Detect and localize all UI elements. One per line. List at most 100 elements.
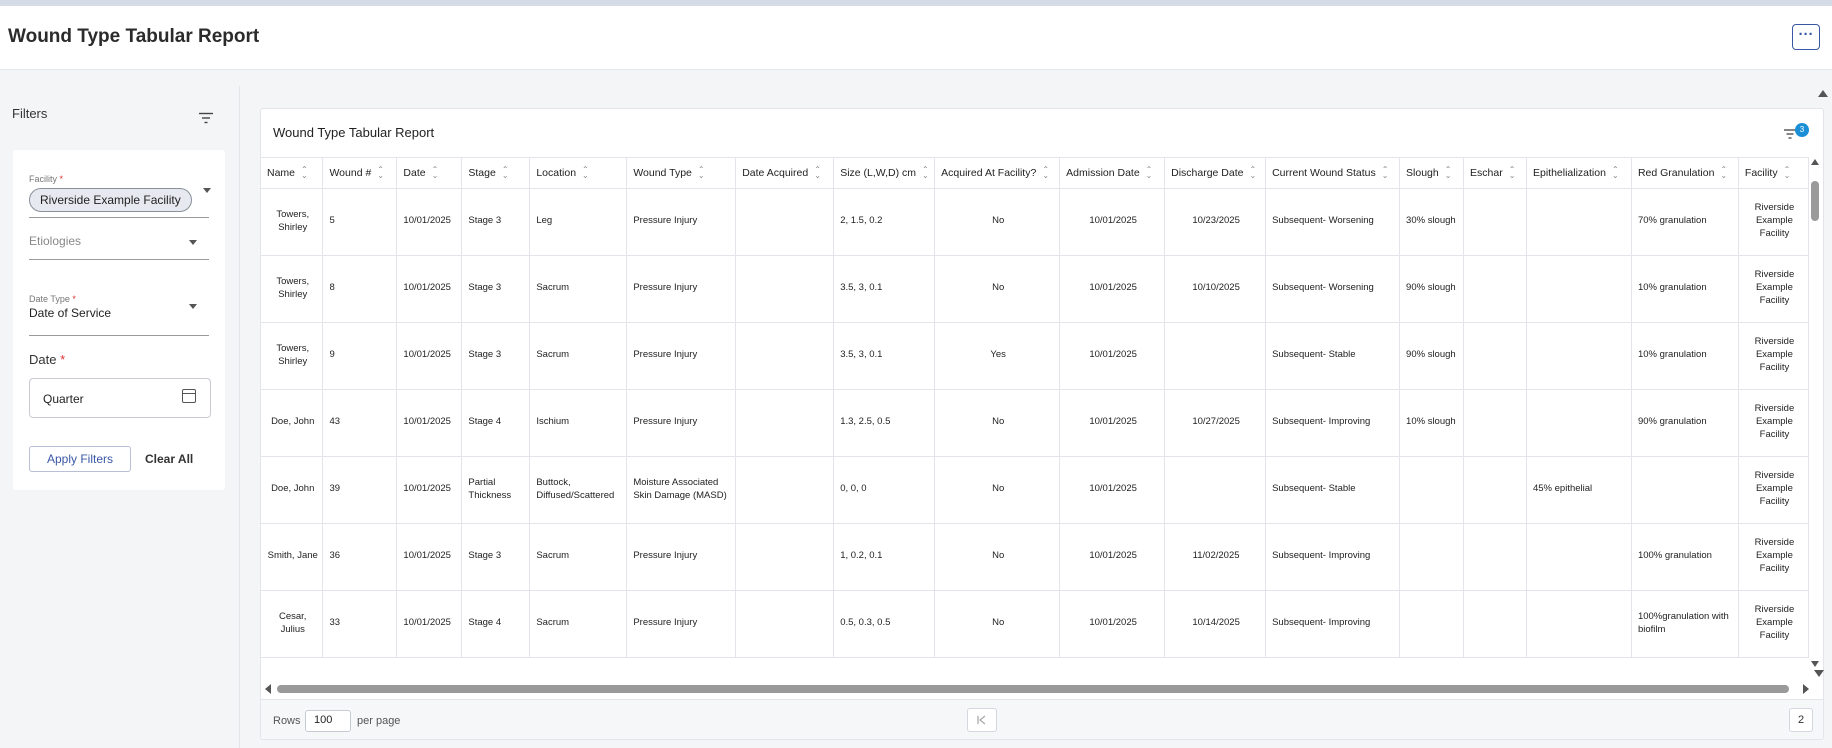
cell-acquired-at-facility: No bbox=[934, 590, 1061, 658]
column-header-red-granulation[interactable]: Red Granulation ⌃ ⌄ bbox=[1631, 158, 1739, 189]
rows-per-page-input[interactable]: 100 bbox=[305, 710, 351, 732]
scroll-right-icon[interactable] bbox=[1803, 684, 1809, 694]
sort-icon[interactable]: ⌃ ⌄ bbox=[922, 165, 929, 179]
current-page-indicator[interactable]: 2 bbox=[1789, 708, 1813, 732]
cell-red-granulation: 100% granulation bbox=[1631, 523, 1739, 591]
sort-icon[interactable]: ⌃ ⌄ bbox=[1509, 165, 1516, 179]
sort-icon[interactable]: ⌃ ⌄ bbox=[502, 165, 509, 179]
sort-icon[interactable]: ⌃ ⌄ bbox=[1612, 165, 1619, 179]
sort-icon[interactable]: ⌃ ⌄ bbox=[1042, 165, 1049, 179]
filter-panel: Facility * Riverside Example Facility Et… bbox=[13, 150, 225, 490]
facility-chip[interactable]: Riverside Example Facility bbox=[29, 188, 192, 212]
cell-date-acquired bbox=[735, 590, 835, 658]
cell-size: 3.5, 3, 0.1 bbox=[833, 322, 936, 390]
date-type-value: Date of Service bbox=[29, 306, 112, 320]
column-header-wound-no[interactable]: Wound # ⌃ ⌄ bbox=[322, 158, 398, 189]
cell-stage: Partial Thickness bbox=[461, 456, 531, 524]
sort-icon[interactable]: ⌃ ⌄ bbox=[582, 165, 589, 179]
scroll-down-icon[interactable] bbox=[1811, 661, 1819, 667]
cell-admission-date: 10/01/2025 bbox=[1059, 389, 1166, 457]
cell-size: 2, 1.5, 0.2 bbox=[833, 188, 936, 256]
sort-icon[interactable]: ⌃ ⌄ bbox=[1382, 165, 1389, 179]
column-header-acquired-at-facility[interactable]: Acquired At Facility? ⌃ ⌄ bbox=[934, 158, 1061, 189]
cell-wound-type: Pressure Injury bbox=[626, 389, 737, 457]
cell-eschar bbox=[1463, 255, 1527, 323]
column-header-admission-date[interactable]: Admission Date ⌃ ⌄ bbox=[1059, 158, 1166, 189]
column-header-stage[interactable]: Stage ⌃ ⌄ bbox=[461, 158, 531, 189]
column-header-date[interactable]: Date ⌃ ⌄ bbox=[396, 158, 463, 189]
cell-slough: 90% slough bbox=[1399, 322, 1465, 390]
sort-icon[interactable]: ⌃ ⌄ bbox=[432, 165, 439, 179]
cell-discharge-date: 11/02/2025 bbox=[1164, 523, 1267, 591]
column-header-label: Slough bbox=[1406, 166, 1439, 179]
column-header-epithelialization[interactable]: Epithelialization ⌃ ⌄ bbox=[1526, 158, 1632, 189]
first-page-button[interactable] bbox=[967, 708, 997, 732]
facility-field[interactable]: Facility * Riverside Example Facility bbox=[29, 174, 211, 218]
column-header-size[interactable]: Size (L,W,D) cm ⌃ ⌄ bbox=[833, 158, 936, 189]
table-vertical-scrollbar[interactable] bbox=[1809, 157, 1821, 669]
cell-current-status: Subsequent- Improving bbox=[1265, 523, 1401, 591]
vertical-scroll-thumb[interactable] bbox=[1811, 181, 1819, 221]
clear-all-button[interactable]: Clear All bbox=[145, 446, 193, 472]
cell-red-granulation bbox=[1631, 456, 1739, 524]
facility-dropdown-icon[interactable] bbox=[203, 188, 211, 193]
cell-eschar bbox=[1463, 456, 1527, 524]
scroll-left-icon[interactable] bbox=[265, 684, 271, 694]
column-header-wound-type[interactable]: Wound Type ⌃ ⌄ bbox=[626, 158, 737, 189]
cell-eschar bbox=[1463, 389, 1527, 457]
filter-icon[interactable] bbox=[198, 112, 214, 124]
etiologies-dropdown-icon[interactable] bbox=[189, 240, 197, 245]
page-scroll-down-icon[interactable] bbox=[1814, 670, 1824, 677]
report-table: Name ⌃ ⌄ Wound # ⌃ ⌄ Date ⌃ ⌄ Stage ⌃ ⌄ Location ⌃ ⌄ Wo… bbox=[261, 158, 1809, 658]
column-header-location[interactable]: Location ⌃ ⌄ bbox=[529, 158, 628, 189]
cell-name: Doe, John bbox=[261, 389, 324, 457]
cell-name: Cesar, Julius bbox=[261, 590, 324, 658]
cell-discharge-date bbox=[1164, 322, 1267, 390]
column-header-date-acquired[interactable]: Date Acquired ⌃ ⌄ bbox=[735, 158, 835, 189]
sort-icon[interactable]: ⌃ ⌄ bbox=[1249, 165, 1256, 179]
cell-epithelialization bbox=[1526, 389, 1632, 457]
sort-icon[interactable]: ⌃ ⌄ bbox=[377, 165, 384, 179]
cell-wound-type: Pressure Injury bbox=[626, 255, 737, 323]
etiologies-placeholder: Etiologies bbox=[29, 234, 82, 248]
cell-current-status: Subsequent- Improving bbox=[1265, 389, 1401, 457]
cell-admission-date: 10/01/2025 bbox=[1059, 188, 1166, 256]
column-header-label: Date Acquired bbox=[742, 166, 809, 179]
date-type-dropdown-icon[interactable] bbox=[189, 304, 197, 309]
cell-name: Smith, Jane bbox=[261, 523, 324, 591]
cell-current-status: Subsequent- Improving bbox=[1265, 590, 1401, 658]
column-header-name[interactable]: Name ⌃ ⌄ bbox=[261, 158, 324, 189]
cell-stage: Stage 3 bbox=[461, 188, 531, 256]
sort-icon[interactable]: ⌃ ⌄ bbox=[1720, 165, 1727, 179]
cell-slough: 30% slough bbox=[1399, 188, 1465, 256]
sort-icon[interactable]: ⌃ ⌄ bbox=[814, 165, 821, 179]
cell-admission-date: 10/01/2025 bbox=[1059, 255, 1166, 323]
sort-icon[interactable]: ⌃ ⌄ bbox=[698, 165, 705, 179]
first-page-icon bbox=[977, 715, 986, 725]
page-scroll-up-icon[interactable] bbox=[1818, 90, 1828, 97]
table-horizontal-scrollbar[interactable] bbox=[265, 683, 1809, 695]
etiologies-select[interactable]: Etiologies bbox=[29, 230, 209, 260]
cell-date: 10/01/2025 bbox=[396, 523, 463, 591]
column-header-eschar[interactable]: Eschar ⌃ ⌄ bbox=[1463, 158, 1527, 189]
date-input[interactable]: Quarter bbox=[29, 378, 211, 418]
sort-icon[interactable]: ⌃ ⌄ bbox=[301, 165, 308, 179]
cell-location: Sacrum bbox=[529, 590, 628, 658]
column-header-slough[interactable]: Slough ⌃ ⌄ bbox=[1399, 158, 1465, 189]
date-type-select[interactable]: Date Type * Date of Service bbox=[29, 294, 209, 336]
scroll-up-icon[interactable] bbox=[1811, 159, 1819, 165]
cell-wound-no: 39 bbox=[322, 456, 398, 524]
table-row: Doe, John 39 10/01/2025 Partial Thickness Bu… bbox=[261, 456, 1809, 524]
sort-icon[interactable]: ⌃ ⌄ bbox=[1445, 165, 1452, 179]
horizontal-scroll-thumb[interactable] bbox=[277, 685, 1789, 693]
more-options-button[interactable]: ··· bbox=[1792, 24, 1820, 50]
cell-red-granulation: 10% granulation bbox=[1631, 322, 1739, 390]
apply-filters-button[interactable]: Apply Filters bbox=[29, 446, 131, 472]
sort-icon[interactable]: ⌃ ⌄ bbox=[1784, 165, 1791, 179]
table-row: Towers, Shirley 8 10/01/2025 Stage 3 Sacrum P… bbox=[261, 255, 1809, 323]
sort-icon[interactable]: ⌃ ⌄ bbox=[1146, 165, 1153, 179]
column-header-facility[interactable]: Facility ⌃ ⌄ bbox=[1738, 158, 1809, 189]
column-header-discharge-date[interactable]: Discharge Date ⌃ ⌄ bbox=[1164, 158, 1267, 189]
column-header-current-status[interactable]: Current Wound Status ⌃ ⌄ bbox=[1265, 158, 1401, 189]
calendar-icon[interactable] bbox=[182, 389, 196, 403]
